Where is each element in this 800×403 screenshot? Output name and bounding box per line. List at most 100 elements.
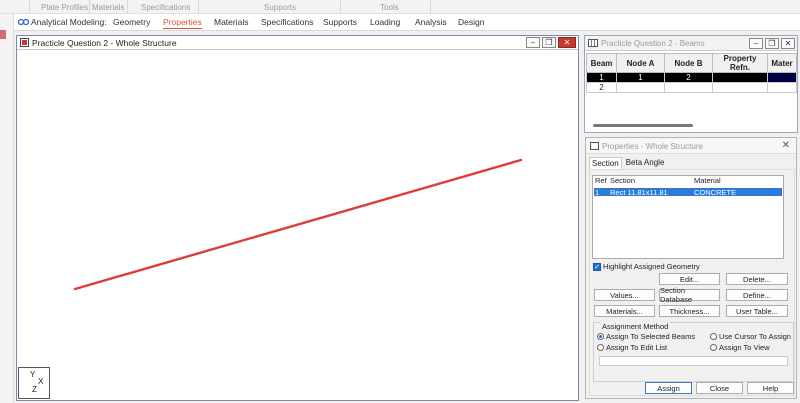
column-header-property[interactable]: Property Refn. [712, 53, 768, 73]
restore-icon[interactable]: ❐ [765, 38, 779, 49]
properties-titlebar[interactable]: Properties - Whole Structure ✕ [586, 138, 796, 154]
section-tab-pane: Ref Section Material 1 Rect 11.81x11.81 … [589, 169, 795, 396]
properties-tabs: Section Beta Angle [589, 157, 668, 169]
help-button[interactable]: Help [747, 382, 794, 394]
highlight-assigned-label: Highlight Assigned Geometry [603, 262, 700, 271]
ribbon-separator [340, 0, 341, 14]
beams-table-header: Beam Node A Node B Property Refn. Mater [586, 53, 797, 73]
radio-unselected-icon [710, 333, 717, 340]
tab-supports[interactable]: Supports [323, 17, 357, 27]
list-item[interactable]: 1 Rect 11.81x11.81 CONCRETE [594, 188, 782, 197]
close-button[interactable]: Close [696, 382, 743, 394]
tab-properties[interactable]: Properties [163, 17, 202, 29]
list-item-ref: 1 [595, 188, 600, 197]
ribbon-group-plate-profiles: Plate Profiles [41, 3, 89, 12]
edit-button[interactable]: Edit... [659, 273, 720, 285]
ribbon-separator [127, 0, 128, 14]
structure-canvas[interactable] [17, 51, 578, 400]
cell-property[interactable] [712, 82, 768, 93]
edit-list-field[interactable] [599, 356, 788, 366]
highlight-assigned-geometry-checkbox[interactable]: ✓ Highlight Assigned Geometry [593, 262, 700, 271]
use-cursor-label: Use Cursor To Assign [719, 332, 791, 341]
values-button[interactable]: Values... [594, 289, 655, 301]
assign-button[interactable]: Assign [645, 382, 692, 394]
checkbox-checked-icon: ✓ [593, 262, 601, 271]
ribbon-group-materials: Materials [92, 3, 125, 12]
thickness-button[interactable]: Thickness... [659, 305, 720, 317]
ribbon-separator [198, 0, 199, 14]
beams-table-window[interactable]: Practicle Question 2 - Beams – ❐ ✕ Beam … [584, 35, 798, 133]
assign-selected-beams-label: Assign To Selected Beams [606, 332, 696, 341]
section-database-button[interactable]: Section Database [659, 286, 720, 304]
minimize-icon[interactable]: – [749, 38, 763, 49]
cell-beam[interactable]: 1 [586, 72, 617, 83]
cell-node-b[interactable]: 2 [664, 72, 713, 83]
cell-node-a[interactable]: 1 [616, 72, 665, 83]
tab-design[interactable]: Design [458, 17, 484, 27]
tab-beta-angle[interactable]: Beta Angle [624, 157, 667, 169]
structure-view-window[interactable]: Practicle Question 2 - Whole Structure –… [16, 35, 579, 401]
ribbon-group-tools: Tools [380, 3, 399, 12]
properties-window-icon [590, 142, 599, 150]
ribbon-separator [89, 0, 90, 14]
cell-material[interactable] [767, 72, 797, 83]
header-material: Material [694, 176, 721, 185]
left-panel-edge [0, 14, 14, 403]
structure-window-icon [20, 38, 29, 47]
axis-triad: Y X Z [18, 367, 50, 399]
radio-unselected-icon [710, 344, 717, 351]
user-table-button[interactable]: User Table... [726, 305, 788, 317]
use-cursor-radio[interactable]: Use Cursor To Assign [710, 332, 791, 341]
beam-1-line[interactable] [73, 158, 523, 291]
ribbon-separator [430, 0, 431, 14]
assign-selected-beams-radio[interactable]: Assign To Selected Beams [597, 332, 695, 341]
close-icon[interactable]: ✕ [558, 37, 576, 48]
minimize-icon[interactable]: – [526, 37, 540, 48]
axis-x-label: X [38, 377, 44, 386]
cell-beam[interactable]: 2 [586, 82, 617, 93]
column-header-node-b[interactable]: Node B [664, 53, 713, 73]
column-header-node-a[interactable]: Node A [616, 53, 665, 73]
table-row[interactable]: 1 1 2 [586, 72, 797, 83]
restore-icon[interactable]: ❐ [542, 37, 556, 48]
beams-table[interactable]: Beam Node A Node B Property Refn. Mater … [586, 53, 797, 93]
assignment-method-group: Assignment Method Assign To Selected Bea… [593, 322, 794, 382]
cell-node-b[interactable] [664, 82, 713, 93]
tab-analysis[interactable]: Analysis [415, 17, 447, 27]
structure-window-controls: – ❐ ✕ [526, 37, 576, 48]
delete-button[interactable]: Delete... [726, 273, 788, 285]
structure-view-titlebar[interactable]: Practicle Question 2 - Whole Structure –… [17, 36, 578, 50]
beams-table-titlebar[interactable]: Practicle Question 2 - Beams – ❐ ✕ [585, 36, 797, 51]
column-header-material[interactable]: Mater [767, 53, 797, 73]
tab-geometry[interactable]: Geometry [113, 17, 150, 27]
materials-button[interactable]: Materials... [594, 305, 655, 317]
horizontal-scrollbar[interactable] [593, 124, 693, 127]
cell-node-a[interactable] [616, 82, 665, 93]
assign-to-view-label: Assign To View [719, 343, 770, 352]
structure-view-title: Practicle Question 2 - Whole Structure [32, 38, 177, 48]
section-list[interactable]: Ref Section Material 1 Rect 11.81x11.81 … [592, 175, 784, 259]
table-row[interactable]: 2 [586, 82, 797, 93]
tab-loading[interactable]: Loading [370, 17, 400, 27]
close-icon[interactable]: ✕ [782, 140, 790, 151]
cell-property[interactable] [712, 72, 768, 83]
beams-table-title: Practicle Question 2 - Beams [601, 39, 705, 48]
assign-to-view-radio[interactable]: Assign To View [710, 343, 770, 352]
ribbon-group-supports: Supports [264, 3, 297, 12]
tab-section[interactable]: Section [589, 157, 622, 169]
ribbon-group-specifications: Specifications [141, 3, 191, 12]
workflow-label: Analytical Modeling: [31, 17, 107, 27]
properties-panel[interactable]: Properties - Whole Structure ✕ Section B… [585, 137, 797, 399]
close-icon[interactable]: ✕ [781, 38, 795, 49]
list-item-material: CONCRETE [694, 188, 737, 197]
ribbon-separator [29, 0, 30, 14]
list-item-section: Rect 11.81x11.81 [610, 188, 668, 197]
beams-window-controls: – ❐ ✕ [749, 38, 795, 49]
tab-materials[interactable]: Materials [214, 17, 248, 27]
tab-specifications[interactable]: Specifications [261, 17, 313, 27]
column-header-beam[interactable]: Beam [586, 53, 617, 73]
define-button[interactable]: Define... [726, 289, 788, 301]
cell-material[interactable] [767, 82, 797, 93]
assign-edit-list-radio[interactable]: Assign To Edit List [597, 343, 667, 352]
assign-edit-list-label: Assign To Edit List [606, 343, 668, 352]
